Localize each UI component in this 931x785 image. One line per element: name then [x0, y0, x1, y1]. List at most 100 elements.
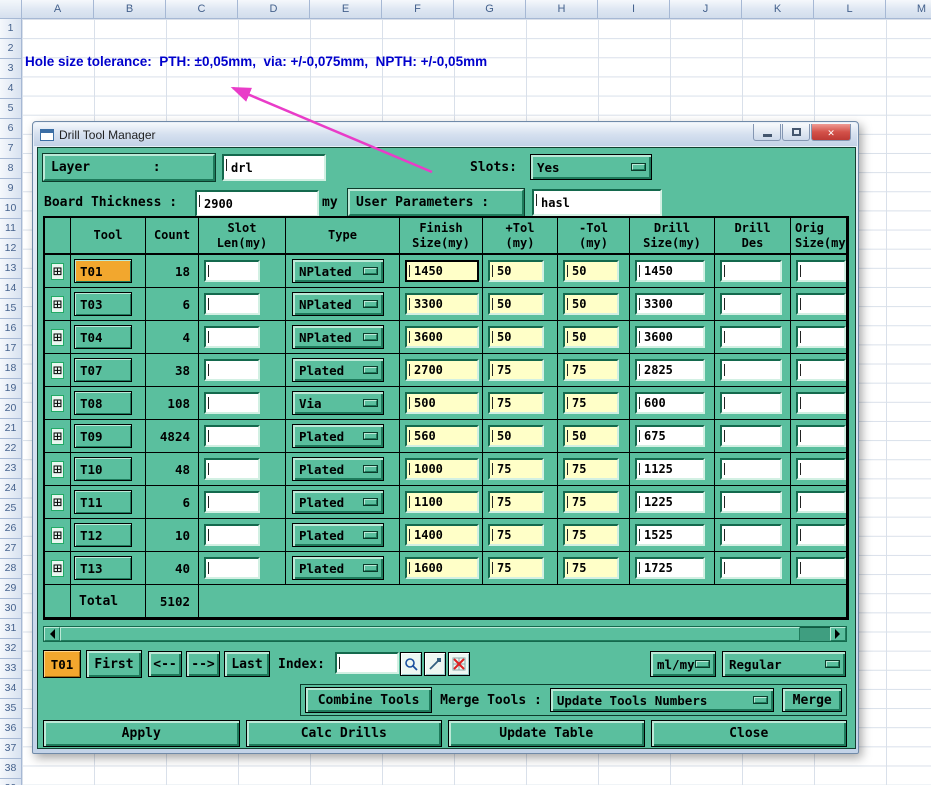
column-header-C[interactable]: C	[166, 0, 238, 19]
row-header-33[interactable]: 33	[0, 659, 22, 679]
row-header-10[interactable]: 10	[0, 199, 22, 219]
slots-dropdown[interactable]: Yes	[530, 154, 652, 180]
drill-size-input[interactable]	[635, 293, 705, 315]
finish-size-input[interactable]	[405, 491, 479, 513]
column-header-E[interactable]: E	[310, 0, 382, 19]
row-header-12[interactable]: 12	[0, 239, 22, 259]
row-header-20[interactable]: 20	[0, 399, 22, 419]
drill-size-input[interactable]	[635, 491, 705, 513]
minus-tol-input[interactable]	[563, 425, 619, 447]
tool-chip[interactable]: T01	[74, 259, 132, 283]
row-header-28[interactable]: 28	[0, 559, 22, 579]
row-header-3[interactable]: 3	[0, 59, 22, 79]
combine-tools-button[interactable]: Combine Tools	[305, 687, 433, 713]
slot-len-input[interactable]	[204, 425, 260, 447]
slot-len-input[interactable]	[204, 392, 260, 414]
row-header-24[interactable]: 24	[0, 479, 22, 499]
close-button[interactable]: Close	[650, 720, 847, 747]
row-header-18[interactable]: 18	[0, 359, 22, 379]
apply-button[interactable]: Apply	[43, 720, 240, 747]
minus-tol-input[interactable]	[563, 359, 619, 381]
column-header-A[interactable]: A	[22, 0, 94, 19]
slot-len-input[interactable]	[204, 557, 260, 579]
tool-chip[interactable]: T12	[74, 523, 132, 547]
row-header-25[interactable]: 25	[0, 499, 22, 519]
drill-des-input[interactable]	[720, 293, 782, 315]
crosshair-icon[interactable]: ⊞	[50, 526, 65, 544]
drill-des-input[interactable]	[720, 326, 782, 348]
layer-input[interactable]	[222, 154, 326, 181]
row-header-16[interactable]: 16	[0, 319, 22, 339]
zoom-tool-button[interactable]	[400, 652, 422, 676]
finish-size-input[interactable]	[405, 260, 479, 282]
drill-des-input[interactable]	[720, 425, 782, 447]
tool-chip[interactable]: T10	[74, 457, 132, 481]
scroll-right-button[interactable]	[830, 627, 846, 641]
user-parameters-button[interactable]: User Parameters :	[348, 189, 524, 216]
column-header-M[interactable]: M	[886, 0, 931, 19]
row-header-11[interactable]: 11	[0, 219, 22, 239]
tool-chip[interactable]: T09	[74, 424, 132, 448]
type-dropdown[interactable]: Plated	[292, 523, 384, 547]
row-header-8[interactable]: 8	[0, 159, 22, 179]
drill-size-input[interactable]	[635, 458, 705, 480]
minimize-button[interactable]	[753, 124, 781, 141]
select-all-corner[interactable]	[0, 0, 22, 19]
pan-view-button[interactable]	[424, 652, 446, 676]
close-window-button[interactable]: ✕	[811, 124, 851, 141]
merge-button[interactable]: Merge	[782, 688, 842, 712]
row-header-9[interactable]: 9	[0, 179, 22, 199]
type-dropdown[interactable]: Via	[292, 391, 384, 415]
orig-size-input[interactable]	[796, 260, 846, 282]
first-button[interactable]: First	[86, 650, 142, 678]
drill-des-input[interactable]	[720, 392, 782, 414]
merge-mode-dropdown[interactable]: Update Tools Numbers	[549, 688, 775, 712]
column-header-F[interactable]: F	[382, 0, 454, 19]
slot-len-input[interactable]	[204, 458, 260, 480]
row-header-14[interactable]: 14	[0, 279, 22, 299]
crosshair-icon[interactable]: ⊞	[50, 328, 65, 346]
crosshair-icon[interactable]: ⊞	[50, 493, 65, 511]
row-header-7[interactable]: 7	[0, 139, 22, 159]
row-header-36[interactable]: 36	[0, 719, 22, 739]
row-header-32[interactable]: 32	[0, 639, 22, 659]
type-dropdown[interactable]: NPlated	[292, 259, 384, 283]
column-header-D[interactable]: D	[238, 0, 310, 19]
minus-tol-input[interactable]	[563, 557, 619, 579]
crosshair-icon[interactable]: ⊞	[50, 394, 65, 412]
drill-des-input[interactable]	[720, 491, 782, 513]
drill-des-input[interactable]	[720, 359, 782, 381]
column-header-I[interactable]: I	[598, 0, 670, 19]
plus-tol-input[interactable]	[488, 425, 544, 447]
plus-tol-input[interactable]	[488, 260, 544, 282]
drill-des-input[interactable]	[720, 557, 782, 579]
row-header-35[interactable]: 35	[0, 699, 22, 719]
last-button[interactable]: Last	[224, 651, 270, 677]
minus-tol-input[interactable]	[563, 392, 619, 414]
row-header-31[interactable]: 31	[0, 619, 22, 639]
row-header-39[interactable]: 39	[0, 779, 22, 785]
orig-size-input[interactable]	[796, 458, 846, 480]
scrollbar-thumb[interactable]	[60, 627, 800, 641]
plus-tol-input[interactable]	[488, 293, 544, 315]
delete-tool-button[interactable]	[448, 652, 470, 676]
finish-size-input[interactable]	[405, 458, 479, 480]
tool-chip[interactable]: T03	[74, 292, 132, 316]
calc-drills-button[interactable]: Calc Drills	[245, 720, 442, 747]
tool-chip[interactable]: T04	[74, 325, 132, 349]
row-header-5[interactable]: 5	[0, 99, 22, 119]
row-header-15[interactable]: 15	[0, 299, 22, 319]
drill-size-input[interactable]	[635, 425, 705, 447]
column-header-H[interactable]: H	[526, 0, 598, 19]
row-header-4[interactable]: 4	[0, 79, 22, 99]
row-header-29[interactable]: 29	[0, 579, 22, 599]
drill-size-input[interactable]	[635, 260, 705, 282]
orig-size-input[interactable]	[796, 392, 846, 414]
finish-size-input[interactable]	[405, 524, 479, 546]
maximize-button[interactable]	[782, 124, 810, 141]
orig-size-input[interactable]	[796, 491, 846, 513]
crosshair-icon[interactable]: ⊞	[50, 559, 65, 577]
mode-dropdown[interactable]: Regular	[722, 651, 846, 677]
row-header-21[interactable]: 21	[0, 419, 22, 439]
row-header-2[interactable]: 2	[0, 39, 22, 59]
